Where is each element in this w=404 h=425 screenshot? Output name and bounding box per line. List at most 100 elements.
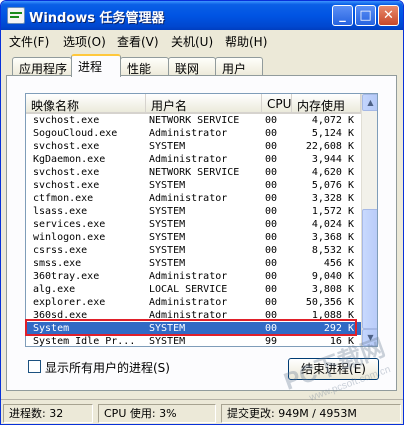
process-user-name: SYSTEM <box>149 323 186 334</box>
process-memory: 3,328 K <box>311 193 354 204</box>
process-memory: 3,368 K <box>311 232 354 243</box>
process-list[interactable]: 映像名称 用户名 CPU 内存使用 svchost.exe NETWORK SER… <box>25 93 378 347</box>
minimize-button[interactable]: _ <box>332 5 353 26</box>
tab-strip: 应用程序 进程 性能 联网 用户 <box>1 54 403 77</box>
process-image-name: SogouCloud.exe <box>33 128 118 139</box>
process-memory: 1,572 K <box>311 206 354 217</box>
process-image-name: services.exe <box>33 219 106 230</box>
tab-applications[interactable]: 应用程序 <box>12 57 72 76</box>
process-user-name: SYSTEM <box>149 219 186 230</box>
column-cpu[interactable]: CPU <box>262 94 292 114</box>
process-image-name: svchost.exe <box>33 141 100 152</box>
tab-users[interactable]: 用户 <box>215 57 263 76</box>
process-memory: 4,620 K <box>311 167 354 178</box>
close-button[interactable]: ✕ <box>378 5 399 26</box>
process-memory: 4,024 K <box>311 219 354 230</box>
process-memory: 16 K <box>329 336 354 347</box>
status-bar: 进程数: 32 CPU 使用: 3% 提交更改: 949M / 4953M <box>1 399 403 424</box>
table-row[interactable]: 360tray.exe Administrator 00 9,040 K <box>26 270 361 283</box>
table-row[interactable]: svchost.exe NETWORK SERVICE 00 4,072 K <box>26 114 361 127</box>
process-cpu: 00 <box>265 323 278 334</box>
column-image-name[interactable]: 映像名称 <box>26 94 146 114</box>
process-image-name: svchost.exe <box>33 167 100 178</box>
process-memory: 5,076 K <box>311 180 354 191</box>
table-row[interactable]: explorer.exe Administrator 00 50,356 K <box>26 296 361 309</box>
task-manager-window: Windows 任务管理器 _ □ ✕ 文件(F) 选项(O) 查看(V) 关机… <box>0 0 404 425</box>
menu-view[interactable]: 查看(V) <box>117 33 159 50</box>
table-row[interactable]: services.exe SYSTEM 00 4,024 K <box>26 218 361 231</box>
process-image-name: alg.exe <box>33 284 76 295</box>
maximize-button[interactable]: □ <box>355 5 376 26</box>
scroll-thumb[interactable] <box>362 209 377 329</box>
process-user-name: SYSTEM <box>149 232 186 243</box>
process-user-name: LOCAL SERVICE <box>149 284 228 295</box>
process-list-header: 映像名称 用户名 CPU 内存使用 <box>26 94 361 114</box>
process-cpu: 00 <box>265 206 278 217</box>
tab-networking[interactable]: 联网 <box>168 57 216 76</box>
column-memory[interactable]: 内存使用 <box>292 94 361 114</box>
task-manager-icon <box>7 7 25 24</box>
scroll-up-arrow-icon[interactable]: ▲ <box>362 94 377 111</box>
menu-bar: 文件(F) 选项(O) 查看(V) 关机(U) 帮助(H) <box>1 30 403 51</box>
table-row[interactable]: SogouCloud.exe Administrator 00 5,124 K <box>26 127 361 140</box>
table-row[interactable]: svchost.exe NETWORK SERVICE 00 4,620 K <box>26 166 361 179</box>
menu-options[interactable]: 选项(O) <box>63 33 106 50</box>
process-cpu: 00 <box>265 284 278 295</box>
process-cpu: 00 <box>265 219 278 230</box>
process-user-name: SYSTEM <box>149 180 186 191</box>
process-image-name: winlogon.exe <box>33 232 106 243</box>
process-image-name: 360tray.exe <box>33 271 100 282</box>
process-image-name: smss.exe <box>33 258 82 269</box>
process-image-name: lsass.exe <box>33 206 88 217</box>
process-memory: 8,532 K <box>311 245 354 256</box>
show-all-users-checkbox[interactable] <box>28 360 41 373</box>
table-row[interactable]: svchost.exe SYSTEM 00 5,076 K <box>26 179 361 192</box>
process-cpu: 00 <box>265 128 278 139</box>
process-cpu: 00 <box>265 310 278 321</box>
process-user-name: Administrator <box>149 154 228 165</box>
process-cpu: 00 <box>265 232 278 243</box>
process-user-name: SYSTEM <box>149 245 186 256</box>
process-cpu: 00 <box>265 258 278 269</box>
process-cpu: 00 <box>265 154 278 165</box>
table-row[interactable]: csrss.exe SYSTEM 00 8,532 K <box>26 244 361 257</box>
process-image-name: ctfmon.exe <box>33 193 94 204</box>
table-row[interactable]: svchost.exe SYSTEM 00 22,608 K <box>26 140 361 153</box>
vertical-scrollbar[interactable]: ▲ ▼ <box>361 94 377 346</box>
window-title: Windows 任务管理器 <box>29 11 165 26</box>
table-row[interactable]: ctfmon.exe Administrator 00 3,328 K <box>26 192 361 205</box>
table-row[interactable]: 360sd.exe Administrator 00 1,088 K <box>26 309 361 322</box>
process-image-name: svchost.exe <box>33 180 100 191</box>
process-cpu: 00 <box>265 115 278 126</box>
table-row[interactable]: lsass.exe SYSTEM 00 1,572 K <box>26 205 361 218</box>
table-row[interactable]: winlogon.exe SYSTEM 00 3,368 K <box>26 231 361 244</box>
process-cpu: 00 <box>265 193 278 204</box>
process-user-name: NETWORK SERVICE <box>149 167 240 178</box>
scroll-down-arrow-icon[interactable]: ▼ <box>362 329 377 346</box>
process-cpu: 00 <box>265 245 278 256</box>
table-row[interactable]: System SYSTEM 00 292 K <box>26 322 361 335</box>
menu-shutdown[interactable]: 关机(U) <box>171 33 213 50</box>
status-cpu-usage: CPU 使用: 3% <box>98 404 216 423</box>
title-bar[interactable]: Windows 任务管理器 _ □ ✕ <box>1 1 403 30</box>
column-user-name[interactable]: 用户名 <box>146 94 262 114</box>
process-user-name: Administrator <box>149 271 228 282</box>
process-user-name: SYSTEM <box>149 141 186 152</box>
table-row[interactable]: smss.exe SYSTEM 00 456 K <box>26 257 361 270</box>
table-row[interactable]: alg.exe LOCAL SERVICE 00 3,808 K <box>26 283 361 296</box>
process-user-name: NETWORK SERVICE <box>149 115 240 126</box>
menu-file[interactable]: 文件(F) <box>9 33 49 50</box>
process-image-name: svchost.exe <box>33 115 100 126</box>
tab-performance[interactable]: 性能 <box>120 57 169 76</box>
menu-help[interactable]: 帮助(H) <box>225 33 267 50</box>
process-user-name: SYSTEM <box>149 336 186 347</box>
process-image-name: csrss.exe <box>33 245 88 256</box>
table-row[interactable]: KgDaemon.exe Administrator 00 3,944 K <box>26 153 361 166</box>
table-row[interactable]: System Idle Pr... SYSTEM 99 16 K <box>26 335 361 347</box>
process-cpu: 00 <box>265 180 278 191</box>
tab-processes[interactable]: 进程 <box>71 54 121 77</box>
process-memory: 4,072 K <box>311 115 354 126</box>
process-user-name: SYSTEM <box>149 206 186 217</box>
process-user-name: Administrator <box>149 297 228 308</box>
end-process-button[interactable]: 结束进程(E) <box>288 358 379 380</box>
